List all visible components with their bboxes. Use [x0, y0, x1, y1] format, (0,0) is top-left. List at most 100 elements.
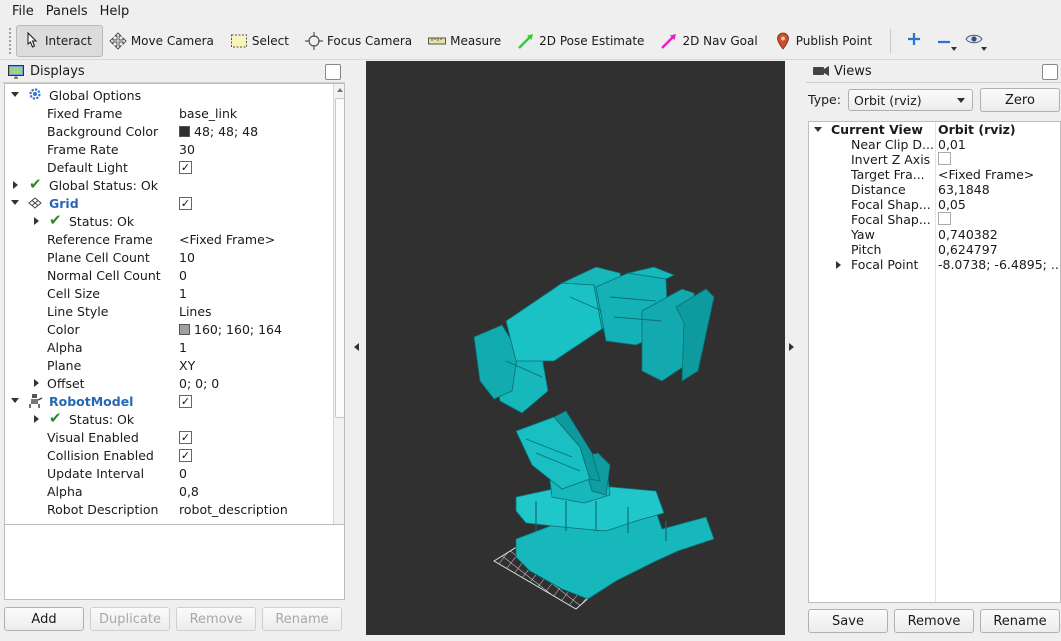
tree-row-robot-status[interactable]: ✔ Status: Ok — [5, 409, 333, 428]
duplicate-display-button[interactable]: Duplicate — [90, 607, 170, 631]
tree-row-value[interactable]: 10 — [179, 250, 195, 265]
tree-row-grid[interactable]: Grid ✓ — [5, 194, 333, 212]
undock-button[interactable] — [325, 64, 341, 80]
move-camera-tool-button[interactable]: Move Camera — [103, 25, 224, 57]
tree-scrollbar[interactable] — [333, 84, 344, 578]
checkbox-checked[interactable]: ✓ — [179, 430, 192, 444]
tree-row-pitch[interactable]: Pitch 0,624797 — [809, 242, 1060, 257]
tree-row-global-options[interactable]: Global Options — [5, 86, 333, 104]
tree-row-plane[interactable]: Plane XY — [5, 356, 333, 374]
tree-row-value[interactable]: 0; 0; 0 — [179, 376, 219, 391]
expand-arrow[interactable] — [11, 200, 19, 205]
publish-point-tool-button[interactable]: Publish Point — [768, 25, 882, 57]
tree-row-plane-cell-count[interactable]: Plane Cell Count 10 — [5, 248, 333, 266]
expand-arrow[interactable] — [11, 92, 19, 97]
tree-row-value[interactable]: robot_description — [179, 502, 288, 517]
checkbox-checked[interactable]: ✓ — [179, 448, 192, 462]
checkbox-checked[interactable]: ✓ — [179, 160, 192, 174]
tree-row-value[interactable]: 48; 48; 48 — [179, 124, 258, 139]
remove-view-button[interactable]: Remove — [894, 609, 974, 633]
tree-row-grid-status[interactable]: ✔ Status: Ok — [5, 211, 333, 230]
tree-row-value[interactable] — [938, 211, 951, 228]
tree-row-color[interactable]: Color 160; 160; 164 — [5, 320, 333, 338]
tree-row-current-view[interactable]: Current View Orbit (rviz) — [809, 122, 1060, 137]
tree-row-distance[interactable]: Distance 63,1848 — [809, 182, 1060, 197]
checkbox-unchecked[interactable] — [938, 151, 951, 165]
3d-viewport[interactable] — [366, 61, 785, 635]
displays-tree[interactable]: Global Options Fixed Frame base_link Bac… — [4, 83, 345, 579]
checkbox-checked[interactable]: ✓ — [179, 394, 192, 408]
tree-row-global-status[interactable]: ✔ Global Status: Ok — [5, 175, 333, 194]
tree-row-value[interactable]: XY — [179, 358, 195, 373]
expand-arrow[interactable] — [814, 127, 822, 132]
tree-row-value[interactable]: 0,624797 — [938, 242, 998, 257]
tree-row-value[interactable]: 0,8 — [179, 484, 199, 499]
tree-row-value[interactable] — [938, 151, 951, 168]
tree-row-frame-rate[interactable]: Frame Rate 30 — [5, 140, 333, 158]
nav-goal-tool-button[interactable]: 2D Nav Goal — [654, 25, 767, 57]
tree-row-value[interactable]: <Fixed Frame> — [179, 232, 275, 247]
tree-row-value[interactable]: -8.0738; -6.4895; ... — [938, 257, 1060, 272]
expand-arrow[interactable] — [34, 217, 39, 225]
checkbox-checked[interactable]: ✓ — [179, 196, 192, 210]
tree-row-cell-size[interactable]: Cell Size 1 — [5, 284, 333, 302]
tree-row-reference-frame[interactable]: Reference Frame <Fixed Frame> — [5, 230, 333, 248]
select-tool-button[interactable]: Select — [224, 25, 299, 57]
tree-row-value[interactable]: Lines — [179, 304, 212, 319]
save-view-button[interactable]: Save — [808, 609, 888, 633]
tree-row-invert-z[interactable]: Invert Z Axis — [809, 151, 1060, 168]
undock-button[interactable] — [1042, 64, 1058, 80]
pose-estimate-tool-button[interactable]: 2D Pose Estimate — [511, 25, 654, 57]
collapse-left-arrow[interactable] — [354, 343, 359, 351]
tree-row-value[interactable]: base_link — [179, 106, 237, 121]
zero-button[interactable]: Zero — [980, 88, 1060, 112]
tree-row-value[interactable]: ✓ — [179, 430, 192, 444]
panels-visibility-button[interactable] — [959, 25, 989, 57]
tree-row-target-frame[interactable]: Target Fra... <Fixed Frame> — [809, 167, 1060, 182]
tree-row-value[interactable]: ✓ — [179, 160, 192, 174]
tree-row-background-color[interactable]: Background Color 48; 48; 48 — [5, 122, 333, 140]
tree-row-value[interactable]: <Fixed Frame> — [938, 167, 1034, 182]
view-type-dropdown[interactable]: Orbit (rviz) — [848, 89, 973, 111]
tree-row-value[interactable]: 63,1848 — [938, 182, 990, 197]
add-tool-button[interactable] — [899, 25, 929, 57]
tree-row-value[interactable]: ✓ — [179, 196, 192, 210]
tree-row-focal-shape-fixed[interactable]: Focal Shap... — [809, 211, 1060, 228]
tree-row-value[interactable]: 0,740382 — [938, 227, 998, 242]
tree-row-value[interactable]: 0 — [179, 466, 187, 481]
tree-row-value[interactable]: 0,01 — [938, 137, 966, 152]
tree-row-yaw[interactable]: Yaw 0,740382 — [809, 227, 1060, 242]
expand-arrow[interactable] — [13, 181, 18, 189]
rename-view-button[interactable]: Rename — [980, 609, 1060, 633]
tree-row-focal-shape-size[interactable]: Focal Shap... 0,05 — [809, 197, 1060, 212]
tree-row-robot-model[interactable]: RobotModel ✓ — [5, 392, 333, 410]
tree-row-fixed-frame[interactable]: Fixed Frame base_link — [5, 104, 333, 122]
tree-row-robot-description[interactable]: Robot Description robot_description — [5, 500, 333, 518]
tree-row-value[interactable]: 1 — [179, 286, 187, 301]
add-display-button[interactable]: Add — [4, 607, 84, 631]
tree-row-collision-enabled[interactable]: Collision Enabled ✓ — [5, 446, 333, 464]
tree-row-update-interval[interactable]: Update Interval 0 — [5, 464, 333, 482]
tree-row-normal-cell-count[interactable]: Normal Cell Count 0 — [5, 266, 333, 284]
menu-file[interactable]: File — [6, 4, 40, 19]
collapse-right-arrow[interactable] — [789, 343, 794, 351]
measure-tool-button[interactable]: Measure — [422, 25, 511, 57]
tree-row-value[interactable]: 30 — [179, 142, 195, 157]
tree-row-value[interactable]: 0 — [179, 268, 187, 283]
tree-row-line-style[interactable]: Line Style Lines — [5, 302, 333, 320]
expand-arrow[interactable] — [836, 261, 841, 269]
checkbox-unchecked[interactable] — [938, 211, 951, 225]
tree-row-near-clip[interactable]: Near Clip D... 0,01 — [809, 137, 1060, 152]
tree-row-value[interactable]: 160; 160; 164 — [179, 322, 282, 337]
expand-arrow[interactable] — [34, 379, 39, 387]
tree-row-value[interactable]: 0,05 — [938, 197, 966, 212]
scroll-up-arrow[interactable] — [337, 88, 343, 92]
tree-row-value[interactable]: 1 — [179, 340, 187, 355]
menu-panels[interactable]: Panels — [40, 4, 94, 19]
tree-row-alpha[interactable]: Alpha 1 — [5, 338, 333, 356]
expand-arrow[interactable] — [34, 415, 39, 423]
scroll-thumb[interactable] — [335, 98, 344, 418]
focus-camera-tool-button[interactable]: Focus Camera — [299, 25, 422, 57]
rename-display-button[interactable]: Rename — [262, 607, 342, 631]
tree-row-robot-alpha[interactable]: Alpha 0,8 — [5, 482, 333, 500]
